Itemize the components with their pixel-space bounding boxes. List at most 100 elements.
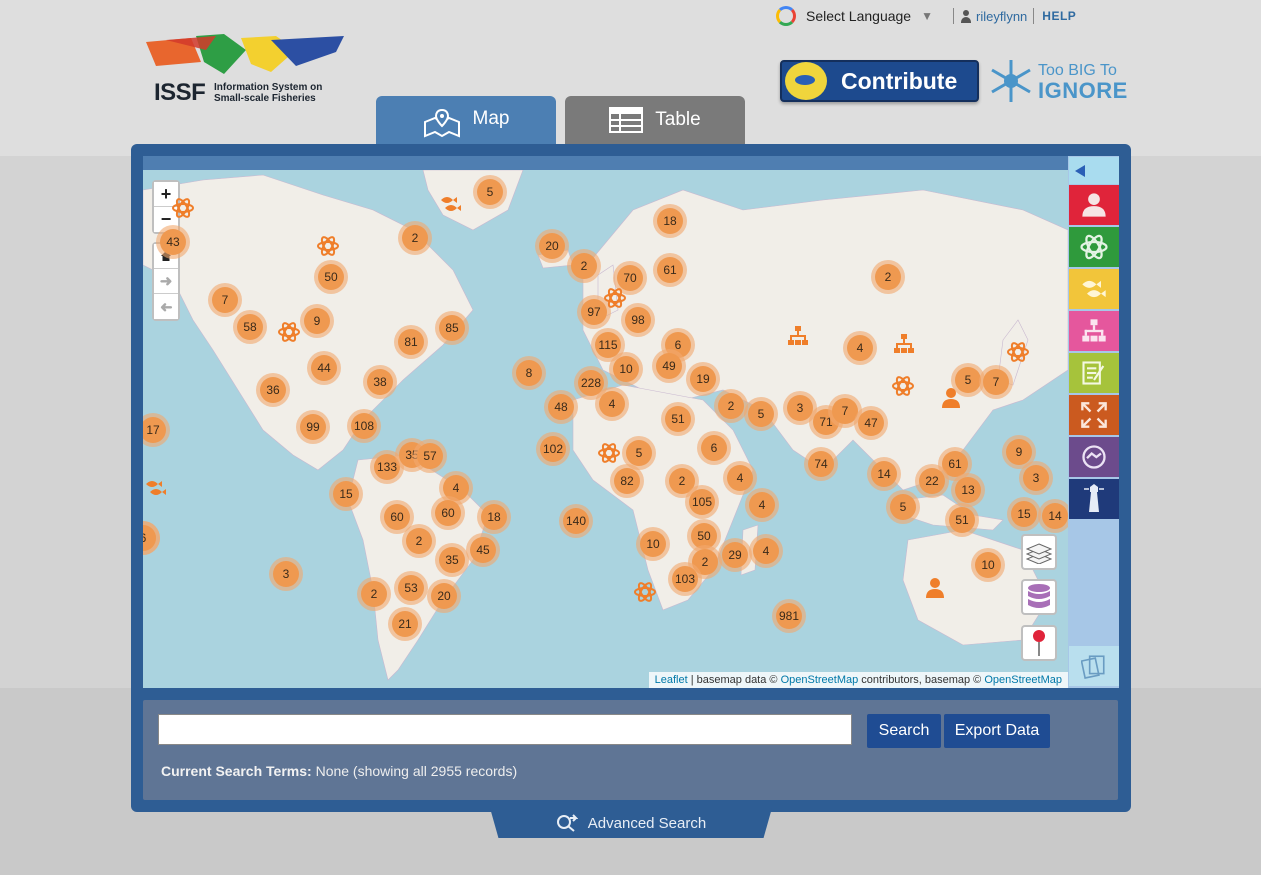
- map-cluster[interactable]: 140: [559, 504, 593, 538]
- map-cluster[interactable]: 6: [697, 431, 731, 465]
- sidebar-item-organizations[interactable]: [1069, 311, 1119, 351]
- map-cluster[interactable]: 61: [653, 253, 687, 287]
- map-cluster[interactable]: 13: [951, 473, 985, 507]
- map-cluster[interactable]: 22: [915, 464, 949, 498]
- sidebar-collapse-button[interactable]: [1069, 157, 1119, 184]
- map-cluster[interactable]: 3: [269, 557, 303, 591]
- map-cluster[interactable]: 15: [329, 477, 363, 511]
- map-cluster[interactable]: 57: [413, 439, 447, 473]
- leaflet-link[interactable]: Leaflet: [655, 674, 688, 686]
- map-cluster[interactable]: 2: [402, 524, 436, 558]
- pin-button[interactable]: [1021, 625, 1057, 661]
- map-cluster[interactable]: 53: [394, 571, 428, 605]
- map-cluster[interactable]: 5: [886, 490, 920, 524]
- organization-marker-icon[interactable]: [892, 332, 916, 356]
- map-cluster[interactable]: 38: [363, 365, 397, 399]
- map-cluster[interactable]: 20: [535, 229, 569, 263]
- sidebar-item-documents[interactable]: [1069, 353, 1119, 393]
- map-cluster[interactable]: 2: [398, 221, 432, 255]
- sidebar-item-expand[interactable]: [1069, 395, 1119, 435]
- sidebar-item-capacity[interactable]: [1069, 437, 1119, 477]
- map-cluster[interactable]: 60: [431, 496, 465, 530]
- map-cluster[interactable]: 108: [347, 409, 381, 443]
- map-cluster[interactable]: 21: [388, 607, 422, 641]
- research-marker-icon[interactable]: [277, 320, 301, 344]
- map-cluster[interactable]: 10: [636, 527, 670, 561]
- map-cluster[interactable]: 20: [427, 579, 461, 613]
- fish-marker-icon[interactable]: [439, 192, 463, 216]
- map-cluster[interactable]: 43: [156, 225, 190, 259]
- map-cluster[interactable]: 58: [233, 310, 267, 344]
- map-cluster[interactable]: 2: [871, 260, 905, 294]
- map-cluster[interactable]: 18: [477, 500, 511, 534]
- map-cluster[interactable]: 99: [296, 410, 330, 444]
- map-cluster[interactable]: 47: [854, 406, 888, 440]
- map-cluster[interactable]: 4: [749, 534, 783, 568]
- map-cluster[interactable]: 4: [843, 331, 877, 365]
- map-cluster[interactable]: 4: [745, 488, 779, 522]
- map-cluster[interactable]: 74: [804, 447, 838, 481]
- map-cluster[interactable]: 105: [685, 485, 719, 519]
- map-cluster[interactable]: 5: [473, 175, 507, 209]
- map-cluster[interactable]: 5: [744, 397, 778, 431]
- fish-marker-icon[interactable]: [144, 476, 168, 500]
- language-selector[interactable]: Select Language: [806, 8, 911, 24]
- sidebar-item-people[interactable]: [1069, 185, 1119, 225]
- map-cluster[interactable]: 19: [686, 362, 720, 396]
- map-cluster[interactable]: 4: [595, 387, 629, 421]
- map-cluster[interactable]: 82: [610, 464, 644, 498]
- organization-marker-icon[interactable]: [786, 324, 810, 348]
- research-marker-icon[interactable]: [316, 234, 340, 258]
- map-cluster[interactable]: 7: [979, 365, 1013, 399]
- research-marker-icon[interactable]: [171, 196, 195, 220]
- tbti-logo[interactable]: Too BIG To IGNORE: [988, 58, 1127, 104]
- map-cluster[interactable]: 8: [512, 356, 546, 390]
- map-cluster[interactable]: 50: [314, 260, 348, 294]
- map-cluster[interactable]: 15: [1007, 497, 1041, 531]
- advanced-search-button[interactable]: Advanced Search: [490, 808, 772, 838]
- osm-link[interactable]: OpenStreetMap: [781, 674, 859, 686]
- map-cluster[interactable]: 44: [307, 351, 341, 385]
- map-cluster[interactable]: 45: [466, 533, 500, 567]
- map-cluster[interactable]: 18: [653, 204, 687, 238]
- map-cluster[interactable]: 2: [357, 577, 391, 611]
- map-cluster[interactable]: 14: [867, 457, 901, 491]
- map-cluster[interactable]: 103: [668, 562, 702, 596]
- forward-button[interactable]: ➜: [154, 269, 178, 294]
- chevron-down-icon[interactable]: ▼: [921, 9, 933, 23]
- search-button[interactable]: Search: [867, 714, 941, 748]
- research-marker-icon[interactable]: [891, 374, 915, 398]
- research-marker-icon[interactable]: [603, 286, 627, 310]
- osm-link[interactable]: OpenStreetMap: [984, 674, 1062, 686]
- sidebar-copy-button[interactable]: [1069, 646, 1119, 686]
- username-link[interactable]: rileyflynn: [976, 9, 1027, 24]
- map-cluster[interactable]: 51: [661, 402, 695, 436]
- tab-table[interactable]: Table: [565, 96, 745, 144]
- map-cluster[interactable]: 14: [1038, 499, 1068, 533]
- sidebar-item-fish[interactable]: [1069, 269, 1119, 309]
- back-button[interactable]: ➜: [154, 294, 178, 319]
- map-cluster[interactable]: 81: [394, 325, 428, 359]
- map-cluster[interactable]: 2: [714, 389, 748, 423]
- map-cluster[interactable]: 102: [536, 432, 570, 466]
- map-cluster[interactable]: 85: [435, 311, 469, 345]
- sidebar-item-lighthouse[interactable]: [1069, 479, 1119, 519]
- map-cluster[interactable]: 35: [435, 543, 469, 577]
- research-marker-icon[interactable]: [1006, 340, 1030, 364]
- map-cluster[interactable]: 49: [652, 349, 686, 383]
- world-map[interactable]: + − ➜ ➜ 5 18 20 2 61 70 2 2 50 43 7 58 9…: [143, 170, 1068, 688]
- contribute-button[interactable]: Contribute: [780, 60, 979, 102]
- map-cluster[interactable]: 2: [567, 249, 601, 283]
- person-marker-icon[interactable]: [939, 386, 963, 410]
- sidebar-item-research[interactable]: [1069, 227, 1119, 267]
- map-cluster[interactable]: 3: [1019, 461, 1053, 495]
- map-cluster[interactable]: 48: [544, 390, 578, 424]
- database-button[interactable]: [1021, 579, 1057, 615]
- research-marker-icon[interactable]: [633, 580, 657, 604]
- map-cluster[interactable]: 10: [609, 352, 643, 386]
- person-marker-icon[interactable]: [923, 576, 947, 600]
- map-cluster[interactable]: 9: [300, 304, 334, 338]
- layers-button[interactable]: [1021, 534, 1057, 570]
- map-cluster[interactable]: 981: [772, 599, 806, 633]
- map-cluster[interactable]: 7: [208, 283, 242, 317]
